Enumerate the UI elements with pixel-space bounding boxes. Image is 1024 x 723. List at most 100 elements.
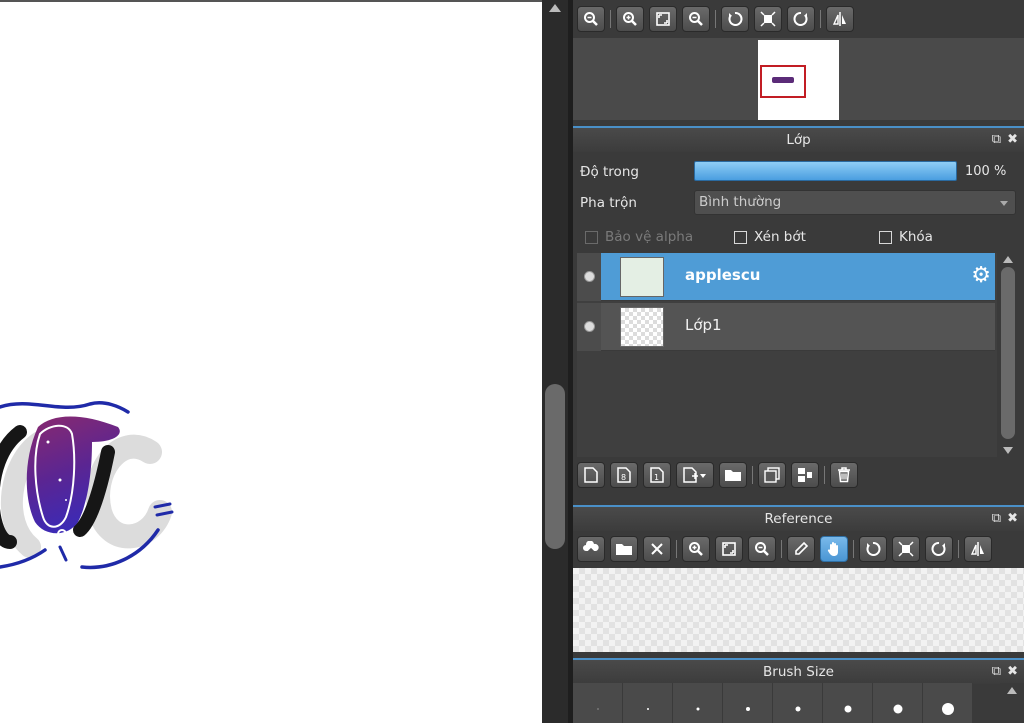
thumbnail-artwork: [772, 77, 794, 83]
drawing-canvas[interactable]: [0, 0, 542, 723]
popout-icon[interactable]: ⧉: [992, 660, 1001, 684]
canvas-artwork: [0, 401, 174, 570]
rotate-reset-icon[interactable]: [892, 536, 920, 562]
rotate-left-icon[interactable]: [859, 536, 887, 562]
brush-size-list: [573, 683, 1024, 723]
reference-panel-header: Reference ⧉ ✖: [573, 505, 1024, 531]
close-icon[interactable]: [643, 536, 671, 562]
merge-layer-icon[interactable]: [791, 462, 819, 488]
brush-dot-icon: [844, 705, 851, 713]
toolbar-separator: [752, 466, 753, 484]
layer-visibility-toggle[interactable]: [577, 253, 601, 301]
zoom-out-icon[interactable]: [748, 536, 776, 562]
scrollbar-thumb[interactable]: [545, 384, 565, 549]
brush-dot-icon: [795, 706, 800, 712]
new-layer-icon[interactable]: [577, 462, 605, 488]
scroll-up-arrow-icon[interactable]: [1003, 256, 1013, 263]
close-panel-icon[interactable]: ✖: [1007, 660, 1018, 684]
fit-screen-icon[interactable]: [649, 6, 677, 32]
eye-dot-icon: [584, 321, 595, 332]
layer-toolbar: 8 1: [573, 458, 1024, 492]
brush-size-cell[interactable]: [673, 683, 723, 723]
new-1bit-layer-icon[interactable]: 1: [643, 462, 671, 488]
opacity-value: 100 %: [965, 164, 1007, 179]
scroll-up-arrow-icon[interactable]: [549, 4, 561, 12]
clipping-label: Xén bớt: [754, 229, 806, 245]
svg-text:8: 8: [621, 473, 626, 482]
navigator-view-rect[interactable]: [760, 65, 806, 98]
brush-size-cell[interactable]: [623, 683, 673, 723]
protect-alpha-checkbox[interactable]: Bảo vệ alpha: [585, 229, 693, 245]
hand-icon[interactable]: [820, 536, 848, 562]
reference-canvas[interactable]: [573, 568, 1024, 652]
layer-name: applescu: [685, 266, 761, 284]
folder-icon[interactable]: [719, 462, 747, 488]
close-panel-icon[interactable]: ✖: [1007, 507, 1018, 531]
blend-mode-select[interactable]: Bình thường: [694, 190, 1016, 215]
open-folder-icon[interactable]: [610, 536, 638, 562]
toolbar-separator: [715, 10, 716, 28]
brush-size-cell[interactable]: [823, 683, 873, 723]
delete-layer-icon[interactable]: [830, 462, 858, 488]
toolbar-separator: [820, 10, 821, 28]
lock-checkbox[interactable]: Khóa: [879, 229, 933, 245]
layer-list[interactable]: applescu ⚙ Lớp1: [577, 253, 997, 457]
brush-size-scrollbar[interactable]: [1000, 683, 1024, 723]
zoom-in-icon[interactable]: [616, 6, 644, 32]
scroll-down-arrow-icon[interactable]: [1003, 447, 1013, 454]
layer-thumbnail: [620, 307, 664, 347]
close-panel-icon[interactable]: ✖: [1007, 128, 1018, 152]
reference-panel-title: Reference: [764, 511, 833, 527]
popout-icon[interactable]: ⧉: [992, 128, 1001, 152]
brush-size-cell[interactable]: [773, 683, 823, 723]
opacity-slider[interactable]: [694, 161, 957, 181]
layer-panel-title: Lớp: [786, 132, 811, 148]
gear-icon[interactable]: ⚙: [971, 265, 991, 287]
zoom-in-icon[interactable]: [682, 536, 710, 562]
navigator-thumbnail[interactable]: [758, 40, 839, 120]
toolbar-separator: [781, 540, 782, 558]
layer-panel-header: Lớp ⧉ ✖: [573, 126, 1024, 152]
fit-screen-icon[interactable]: [715, 536, 743, 562]
brush-size-panel-header: Brush Size ⧉ ✖: [573, 658, 1024, 684]
layer-list-scrollbar[interactable]: [997, 253, 1019, 457]
navigator-preview[interactable]: [573, 38, 1024, 120]
flip-horizontal-icon[interactable]: [826, 6, 854, 32]
upload-cloud-icon[interactable]: [577, 536, 605, 562]
eyedropper-icon[interactable]: [787, 536, 815, 562]
layer-item-lop1[interactable]: Lớp1: [577, 303, 995, 351]
rotate-right-icon[interactable]: [925, 536, 953, 562]
add-layer-dropdown-icon[interactable]: [676, 462, 714, 488]
chevron-down-icon: [1000, 201, 1008, 206]
brush-size-cell[interactable]: [923, 683, 973, 723]
layer-thumbnail: [620, 257, 664, 297]
checkbox-box: [734, 230, 747, 244]
navigator-toolbar: [573, 2, 1024, 36]
brush-dot-icon: [893, 704, 902, 714]
popout-icon[interactable]: ⧉: [992, 507, 1001, 531]
duplicate-layer-icon[interactable]: [758, 462, 786, 488]
rotate-left-icon[interactable]: [721, 6, 749, 32]
brush-dot-icon: [745, 707, 750, 711]
layer-visibility-toggle[interactable]: [577, 303, 601, 351]
zoom-out-icon[interactable]: [682, 6, 710, 32]
new-8bit-layer-icon[interactable]: 8: [610, 462, 638, 488]
zoom-reset-icon[interactable]: [577, 6, 605, 32]
rotate-reset-icon[interactable]: [754, 6, 782, 32]
blend-mode-value: Bình thường: [699, 194, 782, 210]
scrollbar-thumb[interactable]: [1001, 267, 1015, 439]
clipping-checkbox[interactable]: Xén bớt: [734, 229, 806, 245]
brush-size-cell[interactable]: [573, 683, 623, 723]
flip-horizontal-icon[interactable]: [964, 536, 992, 562]
brush-size-cell[interactable]: [723, 683, 773, 723]
scroll-up-arrow-icon[interactable]: [1007, 687, 1017, 694]
layer-item-applescu[interactable]: applescu ⚙: [577, 253, 995, 301]
canvas-vertical-scrollbar[interactable]: [542, 0, 568, 723]
brush-dot-icon: [941, 703, 954, 715]
svg-text:1: 1: [654, 473, 659, 482]
brush-dot-icon: [696, 707, 699, 711]
brush-size-cell[interactable]: [873, 683, 923, 723]
blend-label: Pha trộn: [580, 195, 637, 211]
rotate-right-icon[interactable]: [787, 6, 815, 32]
right-panel: Lớp ⧉ ✖ Độ trong 100 % Pha trộn Bình thườ…: [573, 0, 1024, 723]
